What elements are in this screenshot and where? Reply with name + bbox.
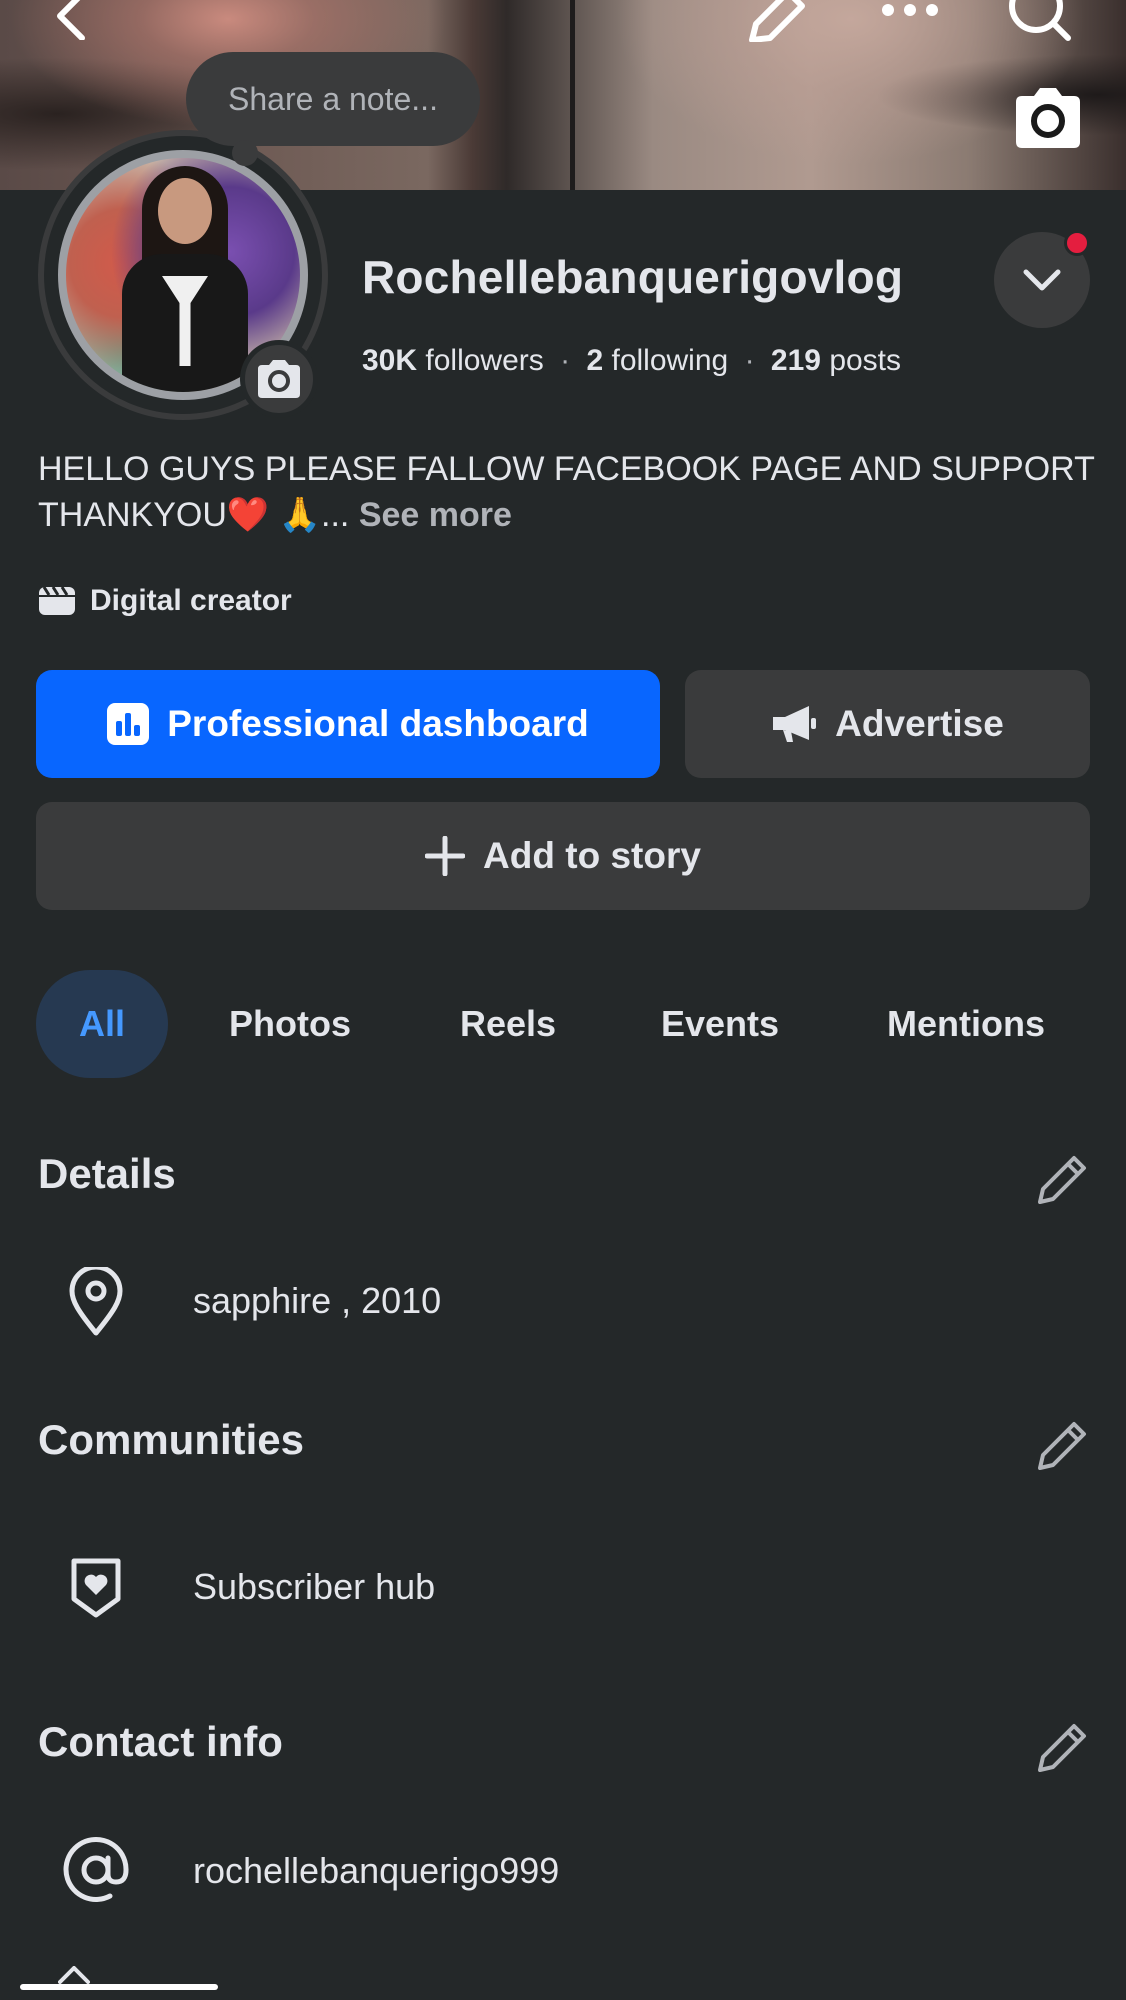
edit-details-button[interactable] — [1034, 1152, 1090, 1208]
edit-communities-button[interactable] — [1034, 1418, 1090, 1474]
communities-title: Communities — [38, 1416, 305, 1463]
pencil-icon — [1038, 1422, 1086, 1470]
edit-contact-button[interactable] — [1034, 1720, 1090, 1776]
avatar-camera-button[interactable] — [240, 340, 318, 418]
profile-name: Rochellebanquerigovlog — [362, 251, 904, 303]
add-to-story-button[interactable]: Add to story — [36, 802, 1090, 910]
stats-separator: · — [560, 344, 571, 377]
details-location: sapphire , 2010 — [193, 1280, 442, 1321]
pencil-icon[interactable] — [744, 0, 806, 42]
profile-tabs: All Photos Reels Events Mentions — [36, 970, 1096, 1078]
profile-bio: HELLO GUYS PLEASE FALLOW FACEBOOK PAGE A… — [38, 446, 1098, 538]
professional-dashboard-button[interactable]: Professional dashboard — [36, 670, 660, 778]
following-count[interactable]: 2 — [586, 344, 603, 377]
plus-icon — [425, 836, 466, 876]
profile-stats: 30K followers · 2 following · 219 posts — [362, 344, 901, 378]
pencil-icon — [1038, 1724, 1086, 1772]
stats-separator: · — [744, 344, 755, 377]
more-dots-icon[interactable] — [880, 0, 940, 20]
following-label[interactable]: following — [611, 344, 728, 377]
followers-label[interactable]: followers — [425, 344, 543, 377]
shield-heart-icon — [64, 1552, 128, 1624]
camera-icon — [258, 360, 300, 398]
professional-dashboard-label: Professional dashboard — [167, 703, 589, 744]
tab-photos[interactable]: Photos — [229, 970, 351, 1078]
search-icon[interactable] — [1006, 0, 1076, 44]
bar-chart-icon — [107, 703, 150, 745]
notification-dot — [1064, 230, 1090, 256]
category-label: Digital creator — [90, 584, 292, 617]
details-title: Details — [38, 1150, 176, 1197]
home-indicator — [20, 1984, 218, 1990]
advertise-label: Advertise — [835, 703, 1004, 744]
add-to-story-label: Add to story — [483, 835, 701, 876]
tab-all[interactable]: All — [36, 970, 168, 1078]
camera-icon[interactable] — [1012, 88, 1084, 150]
tab-reels[interactable]: Reels — [460, 970, 556, 1078]
megaphone-icon — [773, 706, 817, 742]
pencil-icon — [1038, 1156, 1086, 1204]
posts-label: posts — [829, 344, 902, 377]
bio-text: HELLO GUYS PLEASE FALLOW FACEBOOK PAGE A… — [38, 450, 1095, 534]
see-more-link[interactable]: See more — [359, 496, 512, 534]
location-pin-icon — [64, 1266, 128, 1338]
contact-username: rochellebanquerigo999 — [193, 1850, 560, 1891]
chevron-left-icon[interactable] — [52, 0, 88, 40]
note-bubble-tail — [232, 140, 258, 166]
advertise-button[interactable]: Advertise — [685, 670, 1090, 778]
share-note-bubble[interactable]: Share a note... — [186, 52, 480, 146]
tab-mentions[interactable]: Mentions — [887, 970, 1045, 1078]
chevron-up-icon — [58, 1966, 90, 1984]
followers-count[interactable]: 30K — [362, 344, 417, 377]
at-sign-icon — [60, 1834, 132, 1906]
chevron-down-icon — [1023, 269, 1061, 291]
posts-count: 219 — [770, 344, 821, 377]
subscriber-hub-link[interactable]: Subscriber hub — [193, 1566, 435, 1608]
tab-events[interactable]: Events — [661, 970, 779, 1078]
contact-info-title: Contact info — [38, 1718, 283, 1765]
clapperboard-icon — [39, 586, 75, 615]
profile-category: Digital creator — [38, 584, 292, 618]
